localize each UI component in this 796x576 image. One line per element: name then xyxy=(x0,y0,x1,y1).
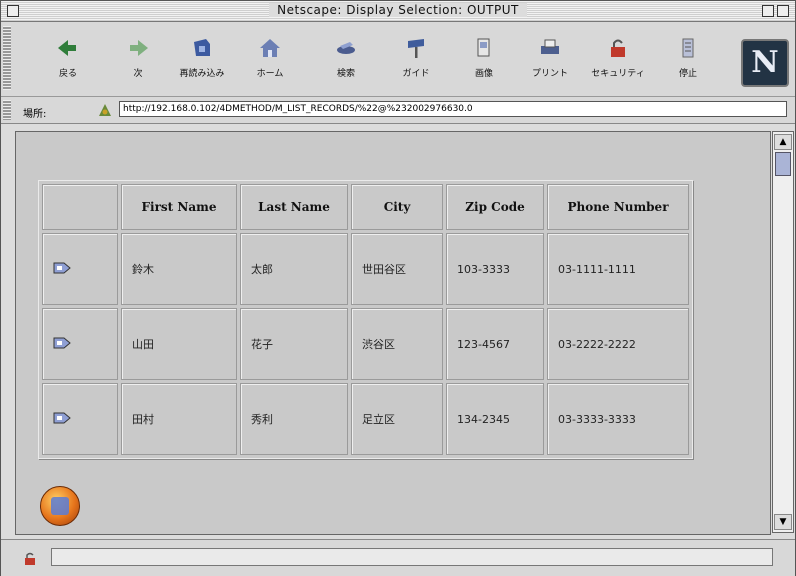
records-table: First Name Last Name City Zip Code Phone… xyxy=(38,180,693,459)
status-text xyxy=(51,548,773,566)
search-icon xyxy=(337,42,355,54)
stop-label: 停止 xyxy=(678,69,697,79)
reload-button[interactable]: 再読み込み xyxy=(173,28,231,86)
cell-city: 渋谷区 xyxy=(351,308,443,380)
title-bar[interactable]: Netscape: Display Selection: OUTPUT xyxy=(1,1,795,22)
reload-label: 再読み込み xyxy=(179,69,225,79)
page-proxy-icon[interactable] xyxy=(97,102,113,118)
row-action-cell[interactable] xyxy=(42,233,118,305)
forward-button[interactable]: 次 xyxy=(109,28,167,86)
collapse-box-icon[interactable] xyxy=(777,5,789,17)
toolbar-grip-icon[interactable] xyxy=(3,26,11,90)
browser-window: Netscape: Display Selection: OUTPUT 戻る 次… xyxy=(0,0,796,576)
guide-button[interactable]: ガイド xyxy=(387,28,445,86)
security-button[interactable]: セキュリティ xyxy=(589,28,647,86)
location-label: 場所: xyxy=(23,109,47,120)
cell-zip-code: 123-4567 xyxy=(446,308,544,380)
images-icon xyxy=(477,38,490,57)
back-label: 戻る xyxy=(58,69,77,79)
row-action-cell[interactable] xyxy=(42,383,118,455)
cell-first-name: 山田 xyxy=(121,308,237,380)
cell-last-name: 太郎 xyxy=(240,233,348,305)
back-arrow-icon xyxy=(58,40,76,56)
netscape-logo[interactable]: N xyxy=(741,39,789,87)
go-arrow-icon[interactable] xyxy=(53,262,71,274)
zoom-box-icon[interactable] xyxy=(762,5,774,17)
go-arrow-icon[interactable] xyxy=(53,412,71,424)
forward-label: 次 xyxy=(133,69,143,79)
cell-zip-code: 134-2345 xyxy=(446,383,544,455)
cell-phone-number: 03-2222-2222 xyxy=(547,308,689,380)
stop-button[interactable]: 停止 xyxy=(659,28,717,86)
print-button[interactable]: プリント xyxy=(521,28,579,86)
images-label: 画像 xyxy=(474,69,493,79)
scroll-up-icon[interactable]: ▲ xyxy=(774,134,792,150)
scroll-thumb[interactable] xyxy=(775,152,791,176)
cell-first-name: 田村 xyxy=(121,383,237,455)
scroll-down-icon[interactable]: ▼ xyxy=(774,514,792,530)
header-phone-number: Phone Number xyxy=(547,184,689,230)
reload-icon xyxy=(194,39,210,56)
cell-first-name: 鈴木 xyxy=(121,233,237,305)
stop-icon xyxy=(682,38,694,58)
search-button[interactable]: 検索 xyxy=(317,28,375,86)
security-lock-icon[interactable] xyxy=(23,552,37,566)
table-row: 鈴木 太郎 世田谷区 103-3333 03-1111-1111 xyxy=(42,233,689,305)
cell-last-name: 花子 xyxy=(240,308,348,380)
header-zip-code: Zip Code xyxy=(446,184,544,230)
header-first-name: First Name xyxy=(121,184,237,230)
page-content: First Name Last Name City Zip Code Phone… xyxy=(15,131,771,535)
print-label: プリント xyxy=(531,69,568,79)
security-icon xyxy=(611,39,625,57)
forward-arrow-icon xyxy=(130,40,148,56)
location-bar: 場所: xyxy=(1,97,795,124)
cell-phone-number: 03-1111-1111 xyxy=(547,233,689,305)
guide-icon xyxy=(408,39,424,58)
row-action-cell[interactable] xyxy=(42,308,118,380)
back-button[interactable]: 戻る xyxy=(39,28,97,86)
go-arrow-icon[interactable] xyxy=(53,337,71,349)
home-button[interactable]: ホーム xyxy=(241,28,299,86)
cell-city: 足立区 xyxy=(351,383,443,455)
cell-zip-code: 103-3333 xyxy=(446,233,544,305)
images-button[interactable]: 画像 xyxy=(455,28,513,86)
table-row: 田村 秀利 足立区 134-2345 03-3333-3333 xyxy=(42,383,689,455)
4d-globe-icon[interactable] xyxy=(40,486,80,526)
home-icon xyxy=(260,39,280,57)
status-bar xyxy=(1,539,795,576)
home-label: ホーム xyxy=(256,69,284,79)
table-header-row: First Name Last Name City Zip Code Phone… xyxy=(42,184,689,230)
cell-last-name: 秀利 xyxy=(240,383,348,455)
table-row: 山田 花子 渋谷区 123-4567 03-2222-2222 xyxy=(42,308,689,380)
window-title: Netscape: Display Selection: OUTPUT xyxy=(269,3,527,17)
header-cell-blank xyxy=(42,184,118,230)
locationbar-grip-icon[interactable] xyxy=(3,100,11,120)
print-icon xyxy=(541,39,559,54)
search-label: 検索 xyxy=(336,69,355,79)
cell-city: 世田谷区 xyxy=(351,233,443,305)
navigation-toolbar: 戻る 次 再読み込み ホーム 検索 ガイド 画像 プリント セキュリティ 停止 … xyxy=(1,22,795,97)
guide-label: ガイド xyxy=(402,69,430,79)
security-label: セキュリティ xyxy=(591,69,645,79)
vertical-scrollbar[interactable]: ▲ ▼ xyxy=(772,131,794,533)
header-city: City xyxy=(351,184,443,230)
url-field[interactable] xyxy=(119,101,787,117)
cell-phone-number: 03-3333-3333 xyxy=(547,383,689,455)
header-last-name: Last Name xyxy=(240,184,348,230)
